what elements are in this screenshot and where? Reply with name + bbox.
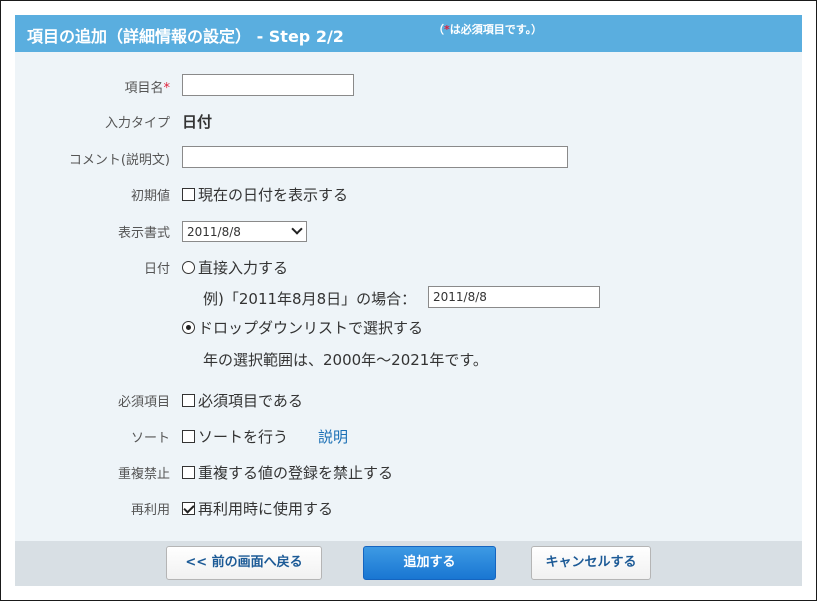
comment-label: コメント(説明文) [68,153,170,168]
date-dropdown-label: ドロップダウンリストで選択する [198,319,424,337]
cancel-button[interactable]: キャンセルする [531,546,651,580]
default-checkbox[interactable] [182,188,195,201]
back-button[interactable]: << 前の画面へ戻る [166,546,322,580]
required-checkbox[interactable] [182,394,195,407]
default-label: 初期値 [130,189,170,204]
required-label: 必須項目 [117,395,170,410]
default-option[interactable]: 現在の日付を表示する [182,184,348,205]
date-example-input[interactable] [428,286,600,308]
required-note: （*は必須項目です。） [433,21,542,37]
no-duplicates-option[interactable]: 重複する値の登録を禁止する [182,462,393,483]
input-type-value: 日付 [182,113,213,131]
reuse-checkbox[interactable] [182,502,195,515]
date-option-direct[interactable]: 直接入力する [182,257,288,278]
sort-checkbox-label: ソートを行う [198,428,289,446]
chevron-down-icon [291,223,303,235]
add-button[interactable]: 追加する [363,546,496,580]
date-option-dropdown[interactable]: ドロップダウンリストで選択する [182,317,423,338]
reuse-label: 再利用 [130,503,170,518]
date-label: 日付 [143,262,170,277]
format-label: 表示書式 [117,226,170,241]
date-example-text: 例)「2011年8月8日」の場合： [203,290,417,308]
no-duplicates-checkbox-label: 重複する値の登録を禁止する [198,464,394,482]
dialog-header: 項目の追加（詳細情報の設定） - Step 2/2 （*は必須項目です。） [15,15,802,52]
date-range-text: 年の選択範囲は、2000年～2021年です。 [203,351,488,369]
no-duplicates-label: 重複禁止 [117,467,170,482]
no-duplicates-checkbox[interactable] [182,466,195,479]
name-label: 項目名* [124,77,170,96]
dialog-frame: 項目の追加（詳細情報の設定） - Step 2/2 （*は必須項目です。） 項目… [0,0,817,601]
page-title: 項目の追加（詳細情報の設定） - Step 2/2 [27,27,344,46]
required-checkbox-label: 必須項目である [198,392,303,410]
input-type-label: 入力タイプ [104,116,170,131]
comment-input[interactable] [182,146,568,168]
name-input[interactable] [182,74,354,96]
sort-checkbox[interactable] [182,430,195,443]
name-label-text: 項目名 [124,81,164,96]
required-mark: * [163,81,171,96]
required-option[interactable]: 必須項目である [182,390,303,411]
required-note-open: （ [433,23,444,36]
date-direct-label: 直接入力する [198,259,289,277]
reuse-checkbox-label: 再利用時に使用する [198,500,334,518]
required-note-text: は必須項目です。） [449,23,543,36]
button-bar: << 前の画面へ戻る 追加する キャンセルする [15,541,802,586]
sort-label: ソート [130,431,170,446]
sort-option[interactable]: ソートを行う [182,426,288,447]
form-panel: 項目名* 入力タイプ 日付 コメント(説明文) 初期値 現在の日付を表示する 表… [15,52,802,541]
reuse-option[interactable]: 再利用時に使用する [182,498,333,519]
date-direct-radio[interactable] [182,261,195,274]
format-select[interactable]: 2011/8/8 [182,221,307,242]
date-dropdown-radio[interactable] [182,321,195,334]
format-select-value: 2011/8/8 [187,225,241,239]
default-checkbox-label: 現在の日付を表示する [198,186,349,204]
sort-help-link[interactable]: 説明 [318,426,348,447]
